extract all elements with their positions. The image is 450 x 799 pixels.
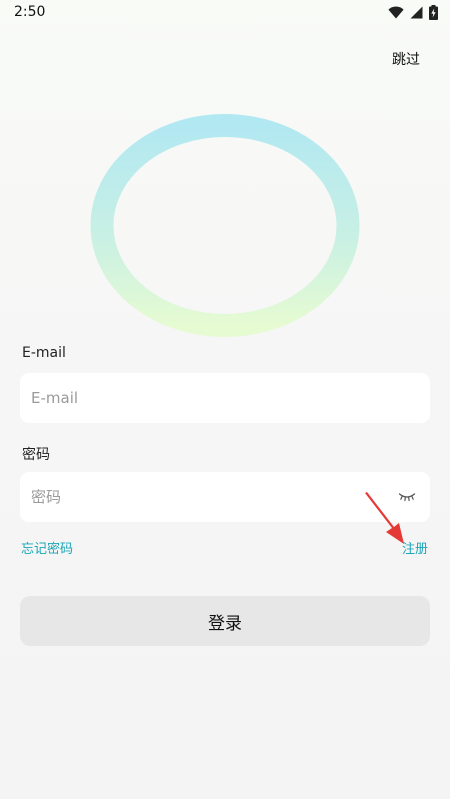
password-label: 密码	[22, 447, 50, 463]
status-time: 2:50	[14, 4, 46, 20]
forgot-password-link[interactable]: 忘记密码	[21, 538, 73, 557]
status-icons	[388, 5, 438, 20]
logo-ring	[88, 113, 362, 338]
wifi-icon	[388, 6, 404, 19]
signal-icon	[410, 6, 423, 19]
login-button[interactable]: 登录	[20, 596, 430, 646]
register-link[interactable]: 注册	[402, 538, 428, 557]
battery-icon	[429, 5, 438, 20]
ring-graphic	[90, 114, 360, 337]
status-bar: 2:50	[0, 0, 450, 26]
email-field-container	[20, 373, 430, 423]
email-label: E-mail	[22, 345, 66, 361]
email-input[interactable]	[20, 373, 430, 423]
skip-button[interactable]: 跳过	[392, 49, 420, 69]
eye-closed-icon[interactable]	[398, 490, 416, 504]
password-field-container	[20, 472, 430, 522]
password-input[interactable]	[20, 472, 430, 522]
